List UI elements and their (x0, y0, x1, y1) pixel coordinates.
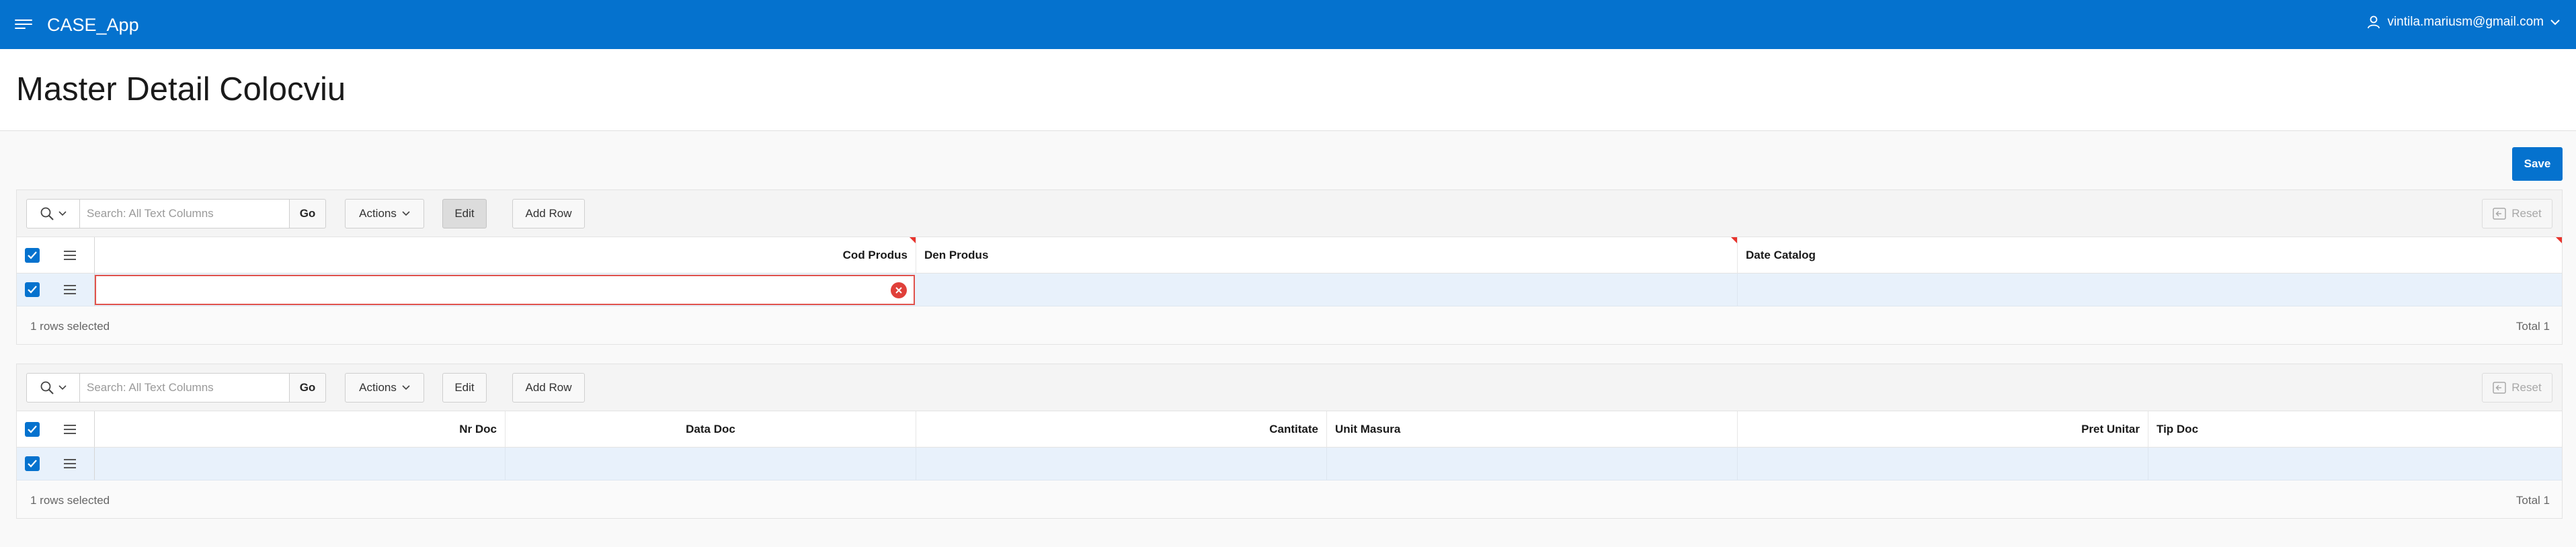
go-button[interactable]: Go (290, 199, 326, 228)
total-count: Total 1 (2515, 494, 2550, 507)
go-button[interactable]: Go (290, 373, 326, 403)
column-header-label: Data Doc (686, 423, 735, 435)
row-select-checkbox[interactable] (25, 282, 40, 297)
column-header-label: Den Produs (924, 249, 989, 261)
actions-button[interactable]: Actions (345, 199, 424, 228)
checkbox-checked-icon (28, 460, 37, 468)
search-icon (40, 207, 54, 220)
reset-icon (2493, 208, 2507, 220)
column-header-data-doc[interactable]: Data Doc (506, 411, 916, 448)
chevron-down-icon (58, 385, 67, 390)
actions-button[interactable]: Actions (345, 373, 424, 403)
nr-doc-cell[interactable] (95, 448, 506, 480)
search-group: Go (26, 199, 326, 228)
grid-header-row: Nr Doc Data Doc Cantitate Unit Masura Pr… (17, 411, 2562, 448)
column-header-label: Nr Doc (459, 423, 497, 435)
reset-button[interactable]: Reset (2482, 199, 2552, 228)
search-input[interactable] (80, 199, 290, 228)
column-header-pret-unitar[interactable]: Pret Unitar (1738, 411, 2148, 448)
chevron-down-icon (402, 385, 410, 390)
pret-unitar-cell[interactable] (1738, 448, 2148, 480)
search-column-picker[interactable] (26, 199, 80, 228)
add-row-button[interactable]: Add Row (512, 373, 585, 403)
reset-label: Reset (2511, 207, 2542, 220)
table-row[interactable] (17, 448, 2562, 480)
required-marker (910, 237, 916, 243)
chevron-down-icon (402, 211, 410, 216)
column-header-label: Unit Masura (1335, 423, 1401, 435)
selection-status: 1 rows selected (30, 320, 110, 333)
checkbox-checked-icon (28, 286, 37, 294)
grid-footer: 1 rows selected Total 1 (17, 306, 2562, 344)
user-icon (2368, 15, 2380, 29)
page-title: Master Detail Colocviu (16, 71, 346, 108)
user-name: vintila.mariusm@gmail.com (2387, 15, 2544, 29)
user-menu[interactable]: vintila.mariusm@gmail.com (2367, 15, 2560, 30)
den-produs-cell[interactable] (916, 274, 1738, 306)
data-doc-cell[interactable] (506, 448, 916, 480)
column-header-label: Cantitate (1269, 423, 1318, 435)
grid-header-row: Cod Produs Den Produs Date Catalog (17, 237, 2562, 274)
edit-button[interactable]: Edit (442, 199, 487, 228)
reset-label: Reset (2511, 381, 2542, 394)
column-header-unit-masura[interactable]: Unit Masura (1327, 411, 1738, 448)
cantitate-cell[interactable] (916, 448, 1327, 480)
required-marker (1731, 237, 1737, 243)
row-menu-icon[interactable] (64, 459, 76, 468)
column-header-label: Tip Doc (2157, 423, 2199, 435)
column-header-date-catalog[interactable]: Date Catalog (1738, 237, 2562, 274)
chevron-down-icon (58, 211, 67, 216)
column-header-label: Pret Unitar (2081, 423, 2140, 435)
page-title-region: Master Detail Colocviu (0, 49, 2576, 131)
actions-label: Actions (359, 381, 397, 394)
select-all-checkbox[interactable] (25, 422, 40, 437)
master-grid: Go Actions Edit Add Row Reset (16, 190, 2563, 345)
select-all-checkbox[interactable] (25, 248, 40, 263)
master-grid-toolbar: Go Actions Edit Add Row Reset (17, 190, 2562, 237)
detail-grid-toolbar: Go Actions Edit Add Row Reset (17, 364, 2562, 411)
required-marker (2556, 237, 2562, 243)
checkbox-checked-icon (28, 425, 37, 433)
column-header-den-produs[interactable]: Den Produs (916, 237, 1738, 274)
grid-footer: 1 rows selected Total 1 (17, 480, 2562, 518)
search-group: Go (26, 373, 326, 403)
cod-produs-cell-editor[interactable] (95, 275, 915, 305)
detail-grid: Go Actions Edit Add Row Reset (16, 364, 2563, 519)
column-header-cod-produs[interactable]: Cod Produs (95, 237, 916, 274)
app-title[interactable]: CASE_App (47, 15, 139, 36)
add-row-button[interactable]: Add Row (512, 199, 585, 228)
save-button[interactable]: Save (2512, 147, 2563, 181)
chevron-down-icon (2550, 19, 2560, 26)
row-select-checkbox[interactable] (25, 456, 40, 471)
selection-status: 1 rows selected (30, 494, 110, 507)
column-header-tip-doc[interactable]: Tip Doc (2148, 411, 2562, 448)
menu-icon[interactable] (15, 17, 32, 31)
unit-masura-cell[interactable] (1327, 448, 1738, 480)
column-header-cantitate[interactable]: Cantitate (916, 411, 1327, 448)
table-row[interactable] (17, 274, 2562, 306)
reset-button[interactable]: Reset (2482, 373, 2552, 403)
total-count: Total 1 (2515, 320, 2550, 333)
row-menu-icon[interactable] (64, 251, 76, 260)
search-input[interactable] (80, 373, 290, 403)
search-icon (40, 381, 54, 394)
reset-icon (2493, 382, 2507, 394)
checkbox-checked-icon (28, 251, 37, 259)
error-icon (891, 282, 907, 298)
column-header-label: Cod Produs (842, 249, 908, 261)
column-header-nr-doc[interactable]: Nr Doc (95, 411, 506, 448)
row-menu-icon[interactable] (64, 425, 76, 434)
top-navigation-bar: CASE_App vintila.mariusm@gmail.com (0, 0, 2576, 49)
actions-label: Actions (359, 207, 397, 220)
row-menu-icon[interactable] (64, 285, 76, 294)
search-column-picker[interactable] (26, 373, 80, 403)
column-header-label: Date Catalog (1746, 249, 1816, 261)
tip-doc-cell[interactable] (2148, 448, 2562, 480)
edit-button[interactable]: Edit (442, 373, 487, 403)
date-catalog-cell[interactable] (1738, 274, 2562, 306)
